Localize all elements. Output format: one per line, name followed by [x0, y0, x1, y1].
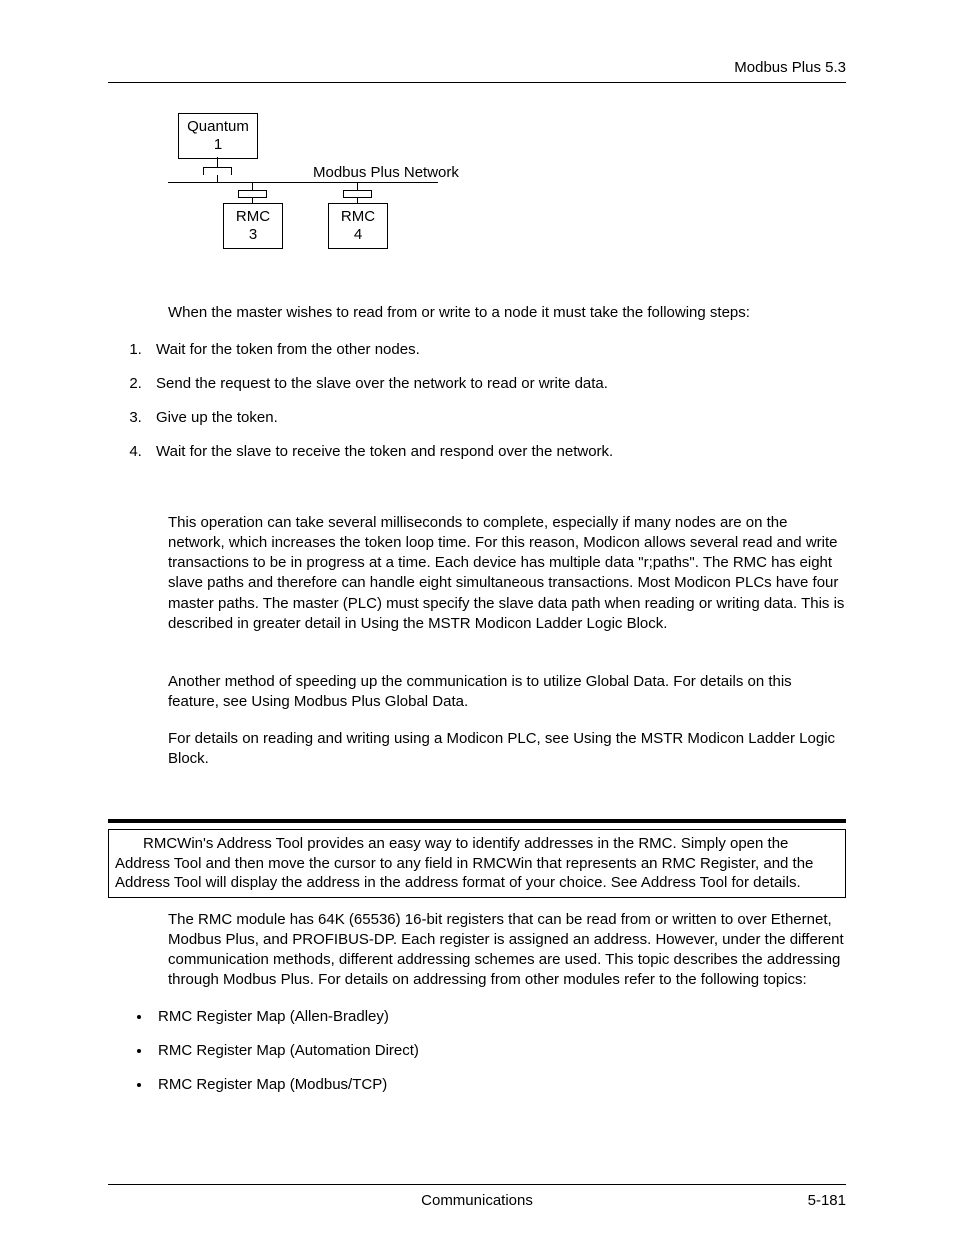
paragraph-mstr: For details on reading and writing using…	[168, 729, 846, 770]
paragraph-global-data: Another method of speeding up the commun…	[168, 672, 846, 713]
diagram-node-quantum: Quantum 1	[178, 113, 258, 159]
step-item: Wait for the slave to receive the token …	[146, 442, 846, 462]
paragraph-operation: This operation can take several millisec…	[168, 513, 846, 635]
section-divider	[108, 819, 846, 823]
list-item: RMC Register Map (Allen-Bradley)	[152, 1007, 846, 1027]
step-item: Give up the token.	[146, 408, 846, 428]
tip-text: RMCWin's Address Tool provides an easy w…	[115, 834, 839, 893]
list-item: RMC Register Map (Modbus/TCP)	[152, 1075, 846, 1095]
step-item: Send the request to the slave over the n…	[146, 374, 846, 394]
list-item: RMC Register Map (Automation Direct)	[152, 1041, 846, 1061]
diagram-node-rmc3: RMC 3	[223, 203, 283, 249]
step-item: Wait for the token from the other nodes.	[146, 340, 846, 360]
page-footer: Communications 5-181	[108, 1184, 846, 1191]
paragraph-registers: The RMC module has 64K (65536) 16-bit re…	[168, 910, 846, 991]
network-diagram: Quantum 1 RMC 3 RMC 4 Modbus Plus Ne	[168, 113, 846, 273]
footer-chapter-title: Communications	[108, 1191, 846, 1211]
diagram-node-rmc4: RMC 4	[328, 203, 388, 249]
tip-box: RMCWin's Address Tool provides an easy w…	[108, 829, 846, 898]
page-header: Modbus Plus 5.3	[108, 58, 846, 83]
diagram-network-label: Modbus Plus Network	[313, 163, 459, 183]
intro-sentence: When the master wishes to read from or w…	[168, 303, 846, 323]
register-map-list: RMC Register Map (Allen-Bradley) RMC Reg…	[108, 1007, 846, 1096]
footer-page-number: 5-181	[808, 1191, 846, 1211]
header-section-label: Modbus Plus 5.3	[734, 59, 846, 76]
steps-list: Wait for the token from the other nodes.…	[108, 340, 846, 463]
